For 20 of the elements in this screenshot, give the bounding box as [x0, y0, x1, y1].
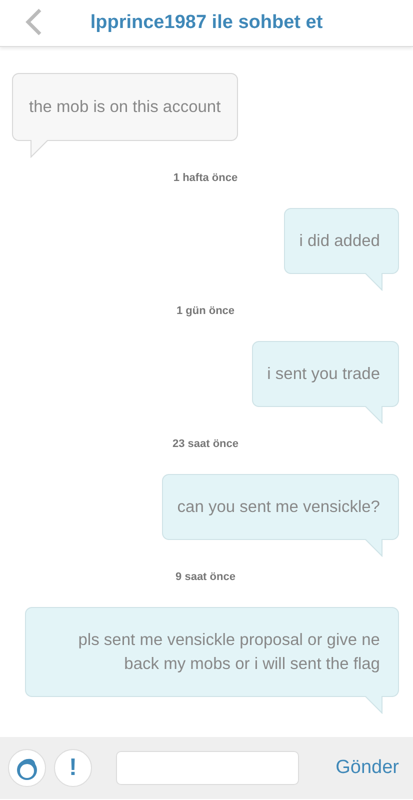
message-bubble: can you sent me vensickle?	[162, 474, 399, 540]
bubble-tail	[363, 406, 383, 424]
message-bubble: i sent you trade	[252, 341, 399, 407]
message-field[interactable]	[116, 751, 299, 785]
message-time: 1 gün önce	[175, 304, 236, 319]
message-time: 23 saat önce	[171, 437, 240, 452]
bubble-tail	[30, 140, 50, 158]
send-button[interactable]: Gönder	[336, 754, 399, 782]
chat-title: lpprince1987 ile sohbet et	[90, 10, 323, 35]
bubble-tail	[363, 273, 383, 291]
back-icon[interactable]	[24, 8, 44, 36]
report-button[interactable]: !	[54, 749, 92, 787]
avatar-button[interactable]	[8, 749, 46, 787]
message-bubble: the mob is on this account	[12, 73, 238, 141]
message-bubble: pls sent me vensickle proposal or give ne back my mobs or i will sent the flag	[25, 607, 399, 697]
bubble-tail	[363, 539, 383, 557]
message-time: 1 hafta önce	[172, 171, 239, 186]
message-time: 9 saat önce	[174, 570, 236, 585]
bubble-tail	[363, 696, 383, 714]
message-bubble: i did added	[284, 208, 399, 274]
